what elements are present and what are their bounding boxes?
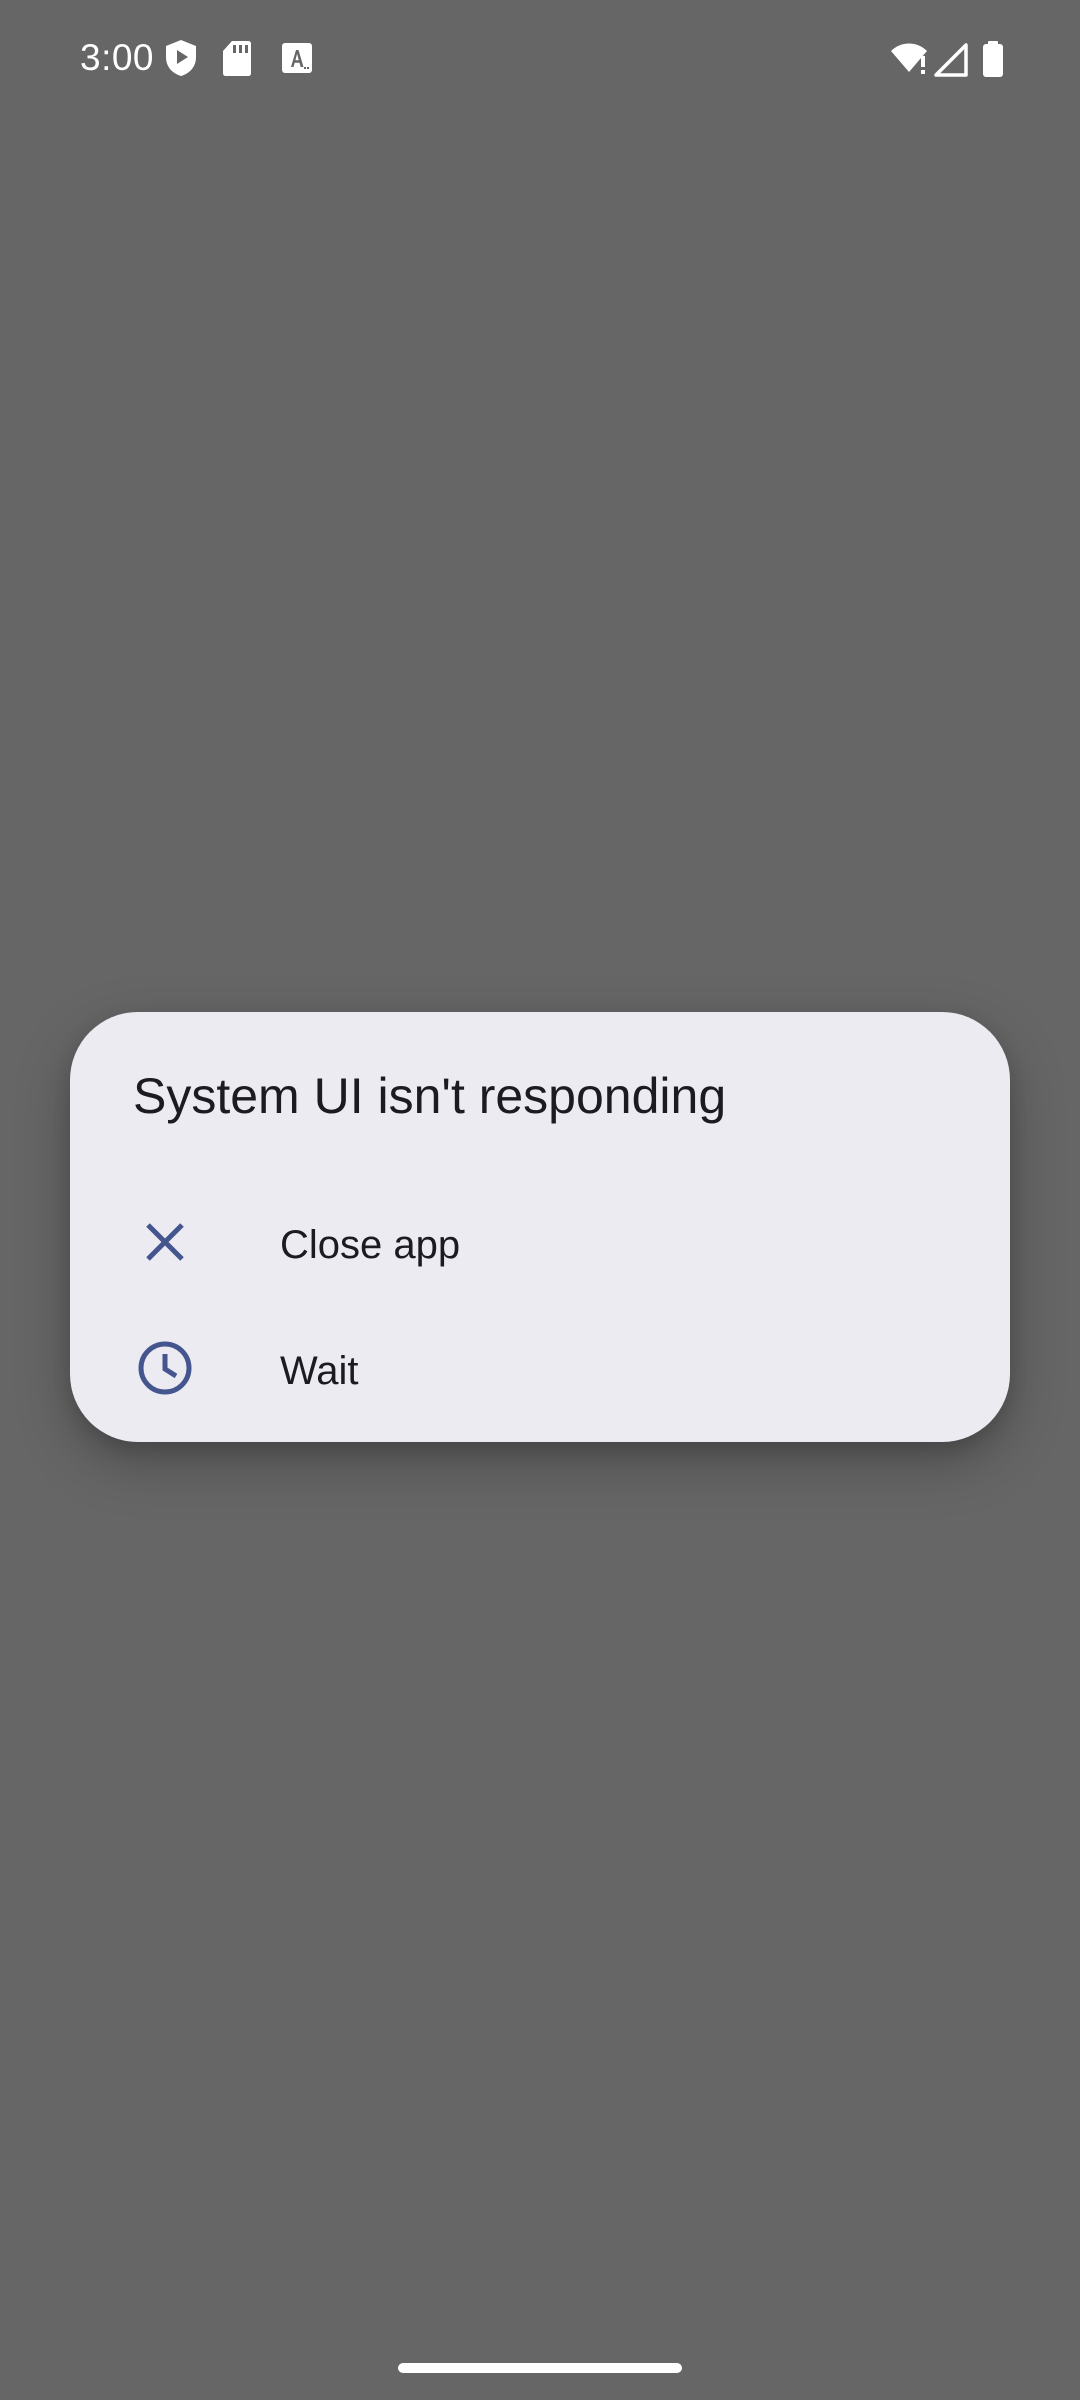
sd-card-icon bbox=[221, 39, 253, 77]
cellular-signal-icon bbox=[934, 43, 968, 77]
not-responding-dialog: System UI isn't responding Close app Wai… bbox=[70, 1012, 1010, 1442]
wait-option[interactable]: Wait bbox=[70, 1306, 1010, 1432]
wait-label: Wait bbox=[280, 1349, 359, 1393]
clock-icon bbox=[134, 1337, 196, 1399]
close-app-label: Close app bbox=[280, 1223, 461, 1267]
status-time: 3:00 bbox=[80, 37, 155, 78]
close-app-option[interactable]: Close app bbox=[70, 1180, 1010, 1306]
battery-icon bbox=[982, 41, 1004, 77]
play-protect-icon bbox=[163, 39, 199, 77]
wifi-alert-icon bbox=[890, 39, 928, 77]
status-bar: 3:00 bbox=[0, 0, 1080, 118]
text-input-icon bbox=[280, 41, 314, 75]
gesture-navigation-handle[interactable] bbox=[398, 2363, 682, 2373]
close-icon bbox=[134, 1211, 196, 1273]
dialog-title: System UI isn't responding bbox=[133, 1068, 727, 1124]
